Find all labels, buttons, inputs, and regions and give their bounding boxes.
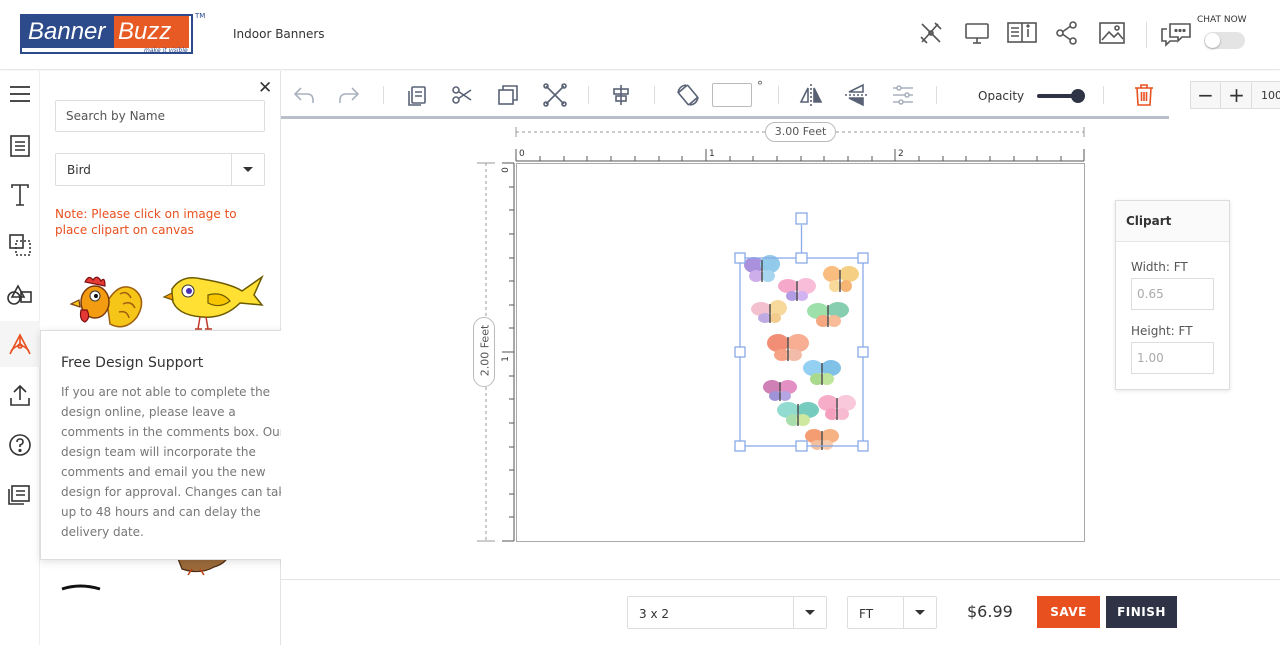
align-center-icon[interactable] [609,83,633,107]
product-info-icon[interactable] [1007,20,1037,48]
ruler-h-1: 1 [709,149,715,159]
ruler-v-1: 1 [500,356,511,362]
price: $6.99 [967,602,1013,621]
chevron-down-icon[interactable] [903,597,936,628]
redo-icon[interactable] [337,83,361,107]
canvas-width-label: 3.00 Feet [765,122,836,142]
chevron-down-icon[interactable] [793,597,826,628]
chat-toggle[interactable] [1204,32,1245,49]
clipart-properties-panel: Clipart Width: FT 0.65 Height: FT 1.00 [1115,200,1230,390]
bannerbuzz-logo[interactable]: Banner Buzz make it visible TM [20,12,205,54]
chat-toggle-knob [1205,33,1220,48]
zoom-value: 100 [1261,89,1280,102]
ruler-h-0: 0 [519,149,525,159]
height-field[interactable]: 1.00 [1131,342,1214,374]
save-button[interactable]: SAVE [1037,596,1100,628]
undo-icon[interactable] [292,83,316,107]
rotation-input[interactable] [712,83,752,107]
header-divider [1146,22,1147,48]
flip-vertical-icon[interactable] [844,83,868,107]
size-select[interactable]: 3 x 2 [627,596,827,629]
ruler-h-2: 2 [898,149,904,159]
opacity-label: Opacity [978,89,1025,103]
comments-icon[interactable] [0,472,40,518]
preview-icon[interactable] [964,20,992,48]
free-design-support-popup: Free Design Support ✕ If you are not abl… [40,330,310,560]
logo-tagline: make it visible [144,47,188,54]
header: Banner Buzz make it visible TM Indoor Ba… [0,0,1280,70]
flip-horizontal-icon[interactable] [799,83,823,107]
ruler-v-0: 0 [500,167,511,173]
help-icon[interactable] [0,422,40,468]
upload-icon[interactable] [0,372,40,418]
delete-icon[interactable] [1132,83,1156,107]
clipart-icon[interactable] [0,321,40,367]
cut-icon[interactable] [450,83,474,107]
support-title: Free Design Support [61,355,204,371]
design-canvas[interactable] [516,163,1085,542]
toolbar-divider [383,86,384,104]
category-select[interactable]: Bird [55,153,265,186]
category-value: Bird [67,163,91,177]
rooster-clipart[interactable] [65,272,155,332]
zoom-control: − + 100 [1190,81,1280,109]
opacity-slider-thumb[interactable] [1071,89,1085,103]
product-title: Indoor Banners [233,27,325,41]
unit-value: FT [859,607,874,621]
toolbar-divider [778,86,779,104]
tool-rail [0,71,40,645]
finish-button[interactable]: FINISH [1106,596,1177,628]
chat-now-label: CHAT NOW [1197,15,1247,25]
layers-icon[interactable] [0,222,40,268]
toolbar-divider [654,86,655,104]
width-field[interactable]: 0.65 [1131,278,1214,310]
unit-select[interactable]: FT [847,596,937,629]
canvas-height-badge: 2.00 Feet [473,317,495,387]
yellow-bird-clipart[interactable] [162,269,266,334]
butterflies-clipart[interactable] [730,208,875,458]
design-tools-icon[interactable] [918,20,946,48]
toolbar-divider [588,86,589,104]
size-value: 3 x 2 [639,607,669,621]
rotate-icon[interactable] [676,83,700,107]
menu-icon[interactable] [0,71,40,117]
toolbar-divider [936,86,937,104]
edit-toolbar: ° Opacity − + 100 [281,71,1280,119]
properties-title: Clipart [1116,201,1229,242]
search-input[interactable] [55,100,265,132]
shapes-icon[interactable] [0,272,40,318]
zoom-in-button[interactable]: + [1222,82,1252,108]
panel-close-icon[interactable]: ✕ [258,78,272,98]
transform-icon[interactable] [543,83,567,107]
text-icon[interactable] [0,172,40,218]
toolbar-divider [1103,86,1104,104]
adjustments-icon[interactable] [891,83,915,107]
image-icon[interactable] [1098,20,1126,48]
template-icon[interactable] [0,123,40,169]
height-label: Height: FT [1131,324,1193,338]
degree-symbol: ° [757,79,763,93]
width-label: Width: FT [1131,260,1188,274]
support-body: If you are not able to complete the desi… [61,385,293,539]
logo-text-buzz: Buzz [114,16,189,48]
chevron-down-icon[interactable] [231,154,264,185]
footer-bar: 3 x 2 FT $6.99 SAVE FINISH [281,579,1280,645]
black-bird-clipart[interactable] [60,583,110,591]
logo-text-banner: Banner [22,16,114,48]
canvas-height-label: 2.00 Feet [478,324,492,377]
chat-icon[interactable] [1160,20,1191,48]
zoom-out-button[interactable]: − [1191,82,1221,108]
duplicate-icon[interactable] [496,83,520,107]
logo-trademark: TM [195,12,206,20]
copy-icon[interactable] [405,83,429,107]
share-icon[interactable] [1054,20,1082,48]
panel-note: Note: Please click on image to place cli… [55,207,237,237]
